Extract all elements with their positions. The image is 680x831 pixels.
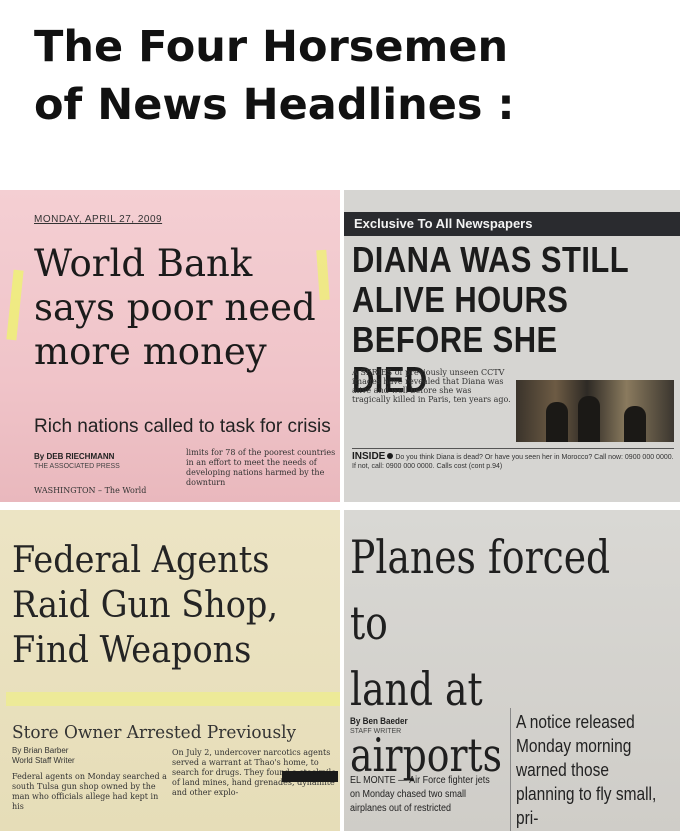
highlighter-mark xyxy=(6,692,340,706)
exclusive-banner: Exclusive To All Newspapers xyxy=(344,212,680,236)
subheadline: Store Owner Arrested Previously xyxy=(12,722,297,743)
inside-teaser: INSIDE Do you think Diana is dead? Or hav… xyxy=(352,452,674,471)
byline: By Ben Baeder xyxy=(350,716,408,726)
highlighter-mark xyxy=(6,269,24,341)
redaction-mark xyxy=(282,771,338,782)
article-body-left: EL MONTE — Air Force fighter jets on Mon… xyxy=(350,775,490,814)
dateline: WASHINGTON – The World xyxy=(34,486,147,495)
inside-label: INSIDE xyxy=(352,451,386,462)
staff-title: STAFF WRITER xyxy=(350,728,402,735)
person-silhouette xyxy=(624,406,646,442)
article-body: limits for 78 of the poorest countries i… xyxy=(186,448,336,487)
article-body-left: Federal agents on Monday searched a sout… xyxy=(12,772,167,811)
person-silhouette xyxy=(546,402,568,442)
cctv-photo xyxy=(516,380,674,442)
inside-text: Do you think Diana is dead? Or have you … xyxy=(352,454,674,470)
article-body-right: A notice released Monday morning warned … xyxy=(516,712,657,828)
meme-title: The Four Horsemen of News Headlines : xyxy=(34,22,515,130)
clipping-federal-agents: Federal Agents Raid Gun Shop, Find Weapo… xyxy=(0,510,340,831)
article-body: A SERIES of previously unseen CCTV image… xyxy=(352,368,511,404)
column-divider xyxy=(510,708,511,831)
headline: Federal Agents Raid Gun Shop, Find Weapo… xyxy=(12,540,278,671)
staff-title: World Staff Writer xyxy=(12,756,75,765)
clipping-planes: Planes forced to land at airports By Ben… xyxy=(344,510,680,831)
author: By Brian Barber xyxy=(12,746,69,755)
subheadline: Rich nations called to task for crisis xyxy=(34,416,331,437)
agency: THE ASSOCIATED PRESS xyxy=(34,463,120,470)
banner-text: Exclusive To All Newspapers xyxy=(354,216,533,231)
byline: By Brian Barber World Staff Writer xyxy=(12,746,75,766)
person-silhouette xyxy=(578,396,600,442)
clipping-world-bank: MONDAY, APRIL 27, 2009 World Bank says p… xyxy=(0,190,340,502)
byline: By DEB RIECHMANN xyxy=(34,452,115,461)
clipping-date: MONDAY, APRIL 27, 2009 xyxy=(34,214,163,225)
headline: World Bank says poor need more money xyxy=(34,242,316,373)
clipping-diana: Exclusive To All Newspapers DIANA WAS ST… xyxy=(344,190,680,502)
bullet-icon xyxy=(387,453,394,459)
divider xyxy=(352,448,674,449)
